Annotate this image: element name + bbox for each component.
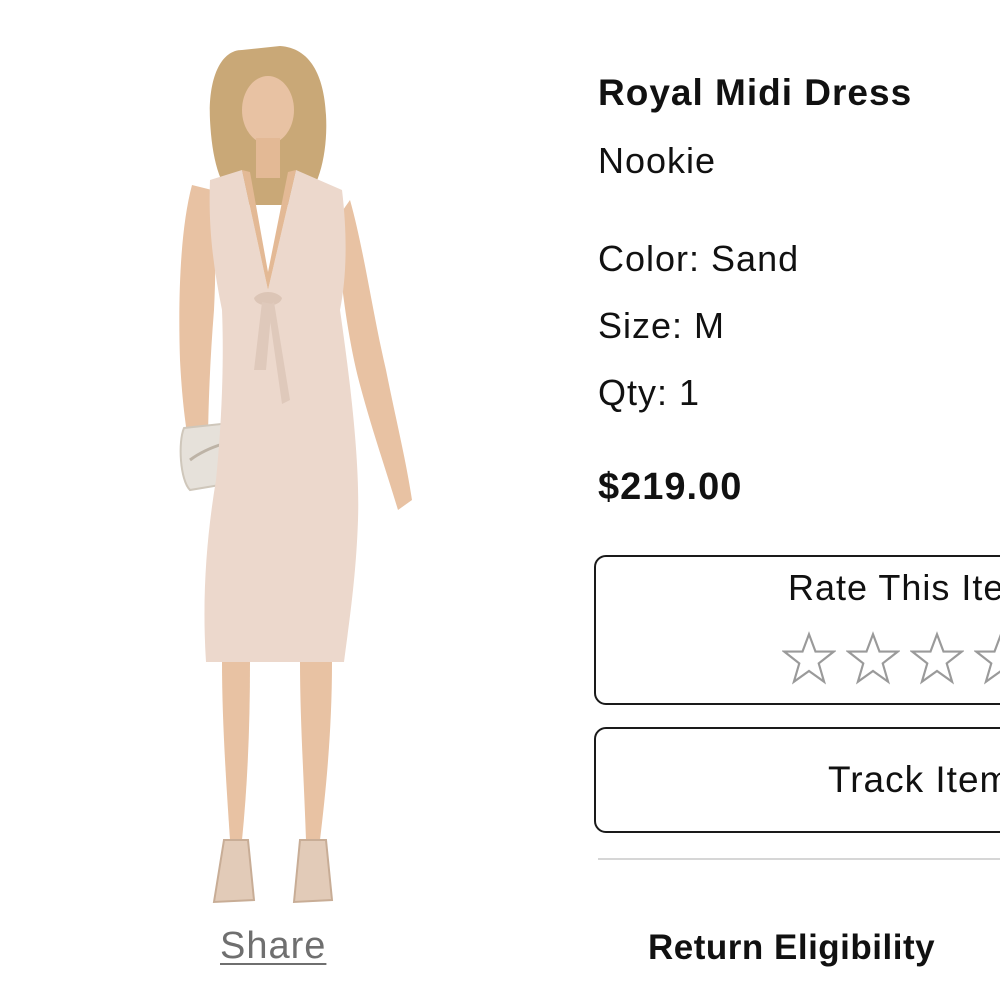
share-link[interactable]: Share [220,925,326,968]
star-4-icon[interactable] [974,631,1000,685]
product-brand[interactable]: Nookie [598,140,716,182]
star-3-icon[interactable] [910,631,964,685]
product-title: Royal Midi Dress [598,72,913,113]
rate-item-title: Rate This Item [788,567,1000,608]
star-1-icon[interactable] [782,631,836,685]
product-details: Royal Midi Dress Nookie Color: Sand Size… [594,0,1000,1000]
section-divider [598,858,1000,860]
rate-item-panel: Rate This Item [594,555,1000,705]
product-color: Color: Sand [598,238,800,279]
dress [204,170,359,662]
model-legs [222,662,250,840]
star-2-icon[interactable] [846,631,900,685]
product-quantity: Qty: 1 [598,372,701,413]
model-left-arm [179,185,216,450]
product-price: $219.00 [598,466,743,508]
sandals [212,839,256,904]
track-item-label: Track Item [828,759,1000,800]
model-face [242,76,294,144]
product-size: Size: M [598,305,726,346]
return-eligibility-link[interactable]: Return Eligibility [648,928,935,968]
product-image[interactable] [150,40,430,920]
track-item-button[interactable]: Track Item [594,727,1000,833]
